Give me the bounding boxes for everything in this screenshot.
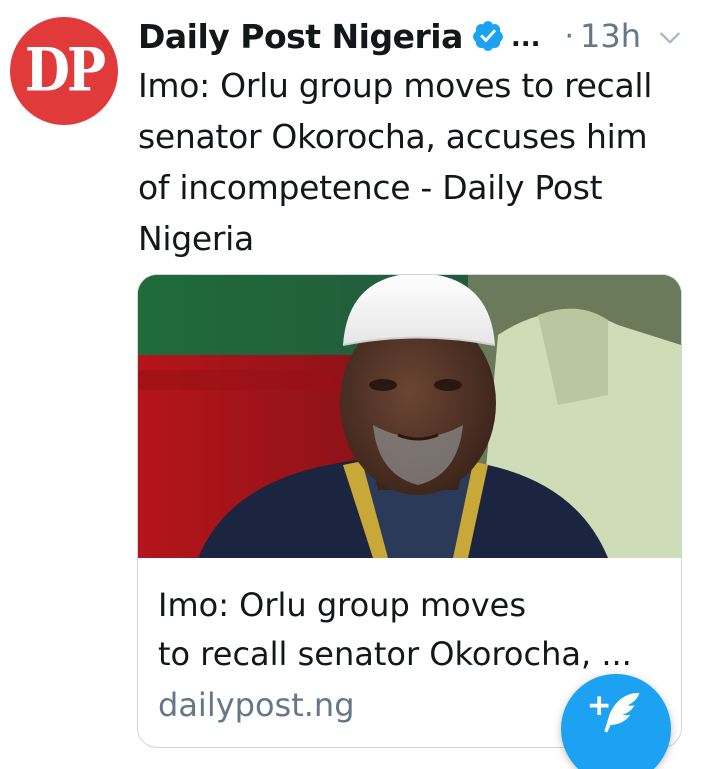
tweet-text-line: senator Okorocha, accuses him [138,117,648,156]
card-image[interactable] [138,275,681,558]
author-name[interactable]: Daily Post Nigeria [138,17,463,56]
compose-feather-plus-icon [589,692,640,733]
verified-badge-icon [472,21,503,51]
avatar[interactable]: DP [10,17,118,125]
tweet-text-line: Imo: Orlu group moves to recall [138,66,653,105]
tweet-text: Imo: Orlu group moves to recall senator … [138,60,693,264]
tweet-header: Daily Post Nigeria ... · 13h [138,10,685,62]
card-title-line: Imo: Orlu group moves [158,586,526,624]
tweet-text-line: Nigeria [138,219,254,258]
card-domain: dailypost.ng [158,686,355,724]
card-title: Imo: Orlu group moves to recall senator … [158,581,663,679]
timestamp[interactable]: 13h [580,17,641,55]
separator-dot: · [564,18,575,54]
name-ellipsis: ... [510,23,541,53]
card-title-line: to recall senator Okorocha, ... [158,635,632,673]
chevron-down-icon[interactable] [657,25,683,51]
avatar-logo-text: DP [24,35,106,106]
tweet[interactable]: DP Daily Post Nigeria ... · 13h Imo: Orl… [0,0,705,769]
tweet-text-line: of incompetence - Daily Post [138,168,603,207]
